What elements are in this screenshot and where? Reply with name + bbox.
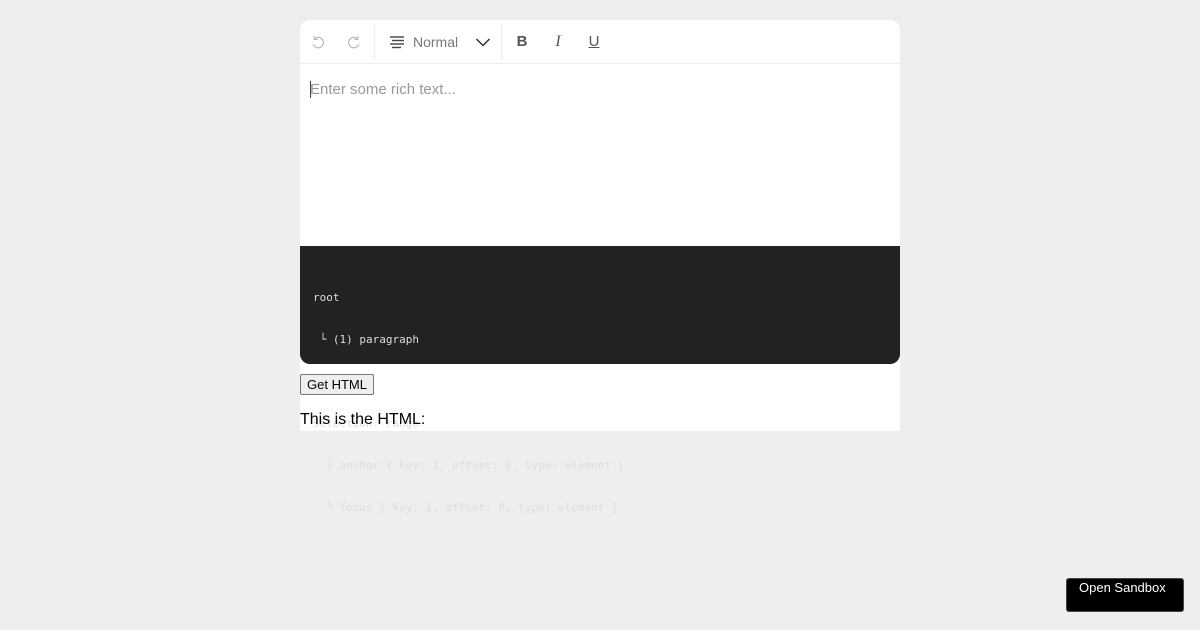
get-html-button[interactable]: Get HTML [300, 374, 374, 395]
block-type-label: Normal [413, 33, 459, 50]
tree-view-panel: root └ (1) paragraph selection: range ├ … [300, 246, 900, 514]
toolbar: Normal B I U [300, 20, 900, 64]
tree-view-line: └ (1) paragraph [313, 333, 419, 346]
bold-button[interactable]: B [504, 24, 540, 60]
redo-icon [348, 35, 360, 48]
underline-button[interactable]: U [576, 24, 612, 60]
undo-button[interactable] [300, 24, 336, 60]
bold-icon: B [516, 33, 528, 50]
rich-text-editor[interactable]: Enter some rich text... [300, 65, 900, 246]
italic-button[interactable]: I [540, 24, 576, 60]
undo-icon [312, 35, 324, 48]
tree-view-line [313, 375, 887, 389]
redo-button[interactable] [336, 24, 372, 60]
open-sandbox-button[interactable]: Open Sandbox [1066, 578, 1184, 612]
tree-view-line: root [313, 291, 340, 304]
chevron-down-icon [475, 37, 491, 47]
editor-placeholder: Enter some rich text... [310, 81, 456, 98]
block-type-dropdown[interactable]: Normal [377, 24, 499, 60]
toolbar-divider [501, 23, 502, 60]
tree-view-line: └ focus { key: 1, offset: 0, type: eleme… [313, 501, 618, 514]
editor-container: Normal B I U Enter some rich text... roo… [300, 20, 900, 514]
italic-icon: I [555, 32, 561, 50]
toolbar-divider [374, 23, 375, 60]
html-output-heading: This is the HTML: [300, 411, 426, 428]
tree-view-line: ├ anchor { key: 1, offset: 0, type: elem… [313, 459, 625, 472]
underline-icon: U [588, 33, 600, 50]
paragraph-lines-icon [390, 35, 404, 48]
